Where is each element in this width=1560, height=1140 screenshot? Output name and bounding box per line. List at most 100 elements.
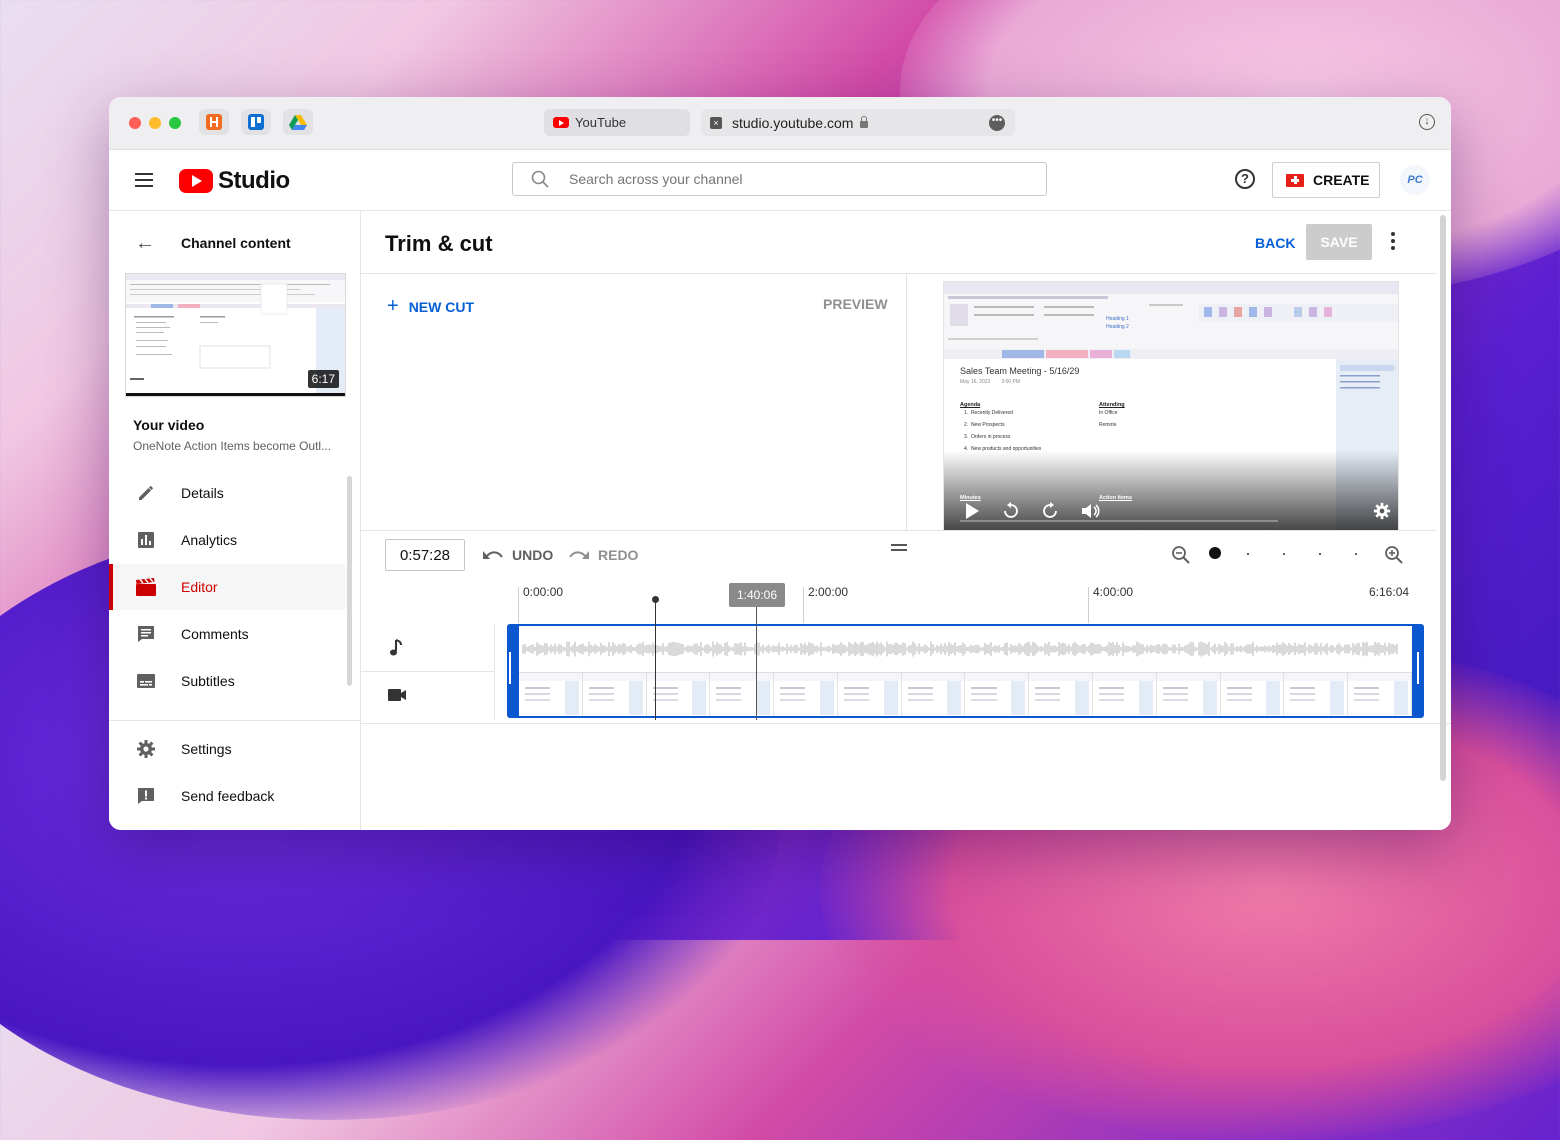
address-bar[interactable]: × studio.youtube.com ••• bbox=[701, 109, 1015, 136]
studio-header: Studio ? CREATE PC bbox=[109, 150, 1451, 211]
studio-wordmark: Studio bbox=[218, 167, 290, 194]
redo-button[interactable]: REDO bbox=[568, 547, 638, 563]
timeline-cursor-line[interactable] bbox=[655, 600, 656, 720]
onenote-titlebar bbox=[944, 282, 1398, 294]
sidebar-scrollbar[interactable] bbox=[347, 476, 352, 686]
video-frame bbox=[965, 673, 1030, 716]
thumbnail-progress-bar bbox=[126, 393, 345, 396]
video-frame bbox=[582, 673, 647, 716]
back-button[interactable]: BACK bbox=[1255, 235, 1295, 251]
video-track-icon bbox=[388, 689, 406, 701]
zoom-in-icon[interactable] bbox=[1384, 545, 1404, 565]
minimize-window-button[interactable] bbox=[149, 117, 161, 129]
ruler-tick bbox=[1088, 587, 1089, 623]
more-options-icon[interactable]: ••• bbox=[989, 114, 1005, 131]
video-frame bbox=[1156, 673, 1221, 716]
timeline-cursor-handle[interactable] bbox=[652, 596, 659, 603]
main-scrollbar[interactable] bbox=[1440, 215, 1446, 781]
sidebar-item-comments[interactable]: Comments bbox=[109, 611, 345, 657]
timeline-clip[interactable] bbox=[507, 624, 1424, 718]
pinned-tab-trello[interactable] bbox=[241, 109, 271, 135]
more-vert-icon[interactable] bbox=[1391, 232, 1395, 253]
rewind-10-icon[interactable] bbox=[1002, 502, 1020, 520]
back-arrow-icon: ← bbox=[135, 232, 155, 254]
zoom-window-button[interactable] bbox=[169, 117, 181, 129]
video-preview-player[interactable]: Heading 1 Heading 2 Sales Team Meeting -… bbox=[943, 281, 1399, 531]
preview-attending-label: Attending bbox=[1099, 402, 1125, 408]
undo-button[interactable]: UNDO bbox=[482, 547, 553, 563]
sidebar-item-subtitles[interactable]: Subtitles bbox=[109, 658, 345, 704]
preview-page-date: May 16, 2023 3:00 PM bbox=[960, 379, 1021, 385]
preview-minutes-label: Minutes bbox=[960, 495, 981, 501]
video-frame bbox=[1348, 673, 1412, 716]
browser-tab-youtube[interactable]: YouTube bbox=[544, 109, 690, 136]
resize-grip-icon[interactable] bbox=[891, 544, 907, 554]
ruler-label: 0:00:00 bbox=[523, 585, 564, 599]
undo-icon bbox=[483, 551, 503, 559]
channel-content-back[interactable]: ← Channel content bbox=[135, 233, 291, 253]
create-button[interactable]: CREATE bbox=[1272, 162, 1380, 198]
sidebar-item-label: Comments bbox=[181, 626, 249, 642]
close-window-button[interactable] bbox=[129, 117, 141, 129]
help-icon[interactable]: ? bbox=[1235, 169, 1255, 189]
harvest-icon bbox=[206, 114, 222, 130]
save-button[interactable]: SAVE bbox=[1306, 224, 1372, 260]
preview-agenda-item: 1. Recently Delivered bbox=[964, 410, 1013, 416]
player-settings-icon[interactable] bbox=[1373, 502, 1391, 520]
ribbon-heading-2: Heading 2 bbox=[1106, 324, 1129, 330]
video-frame bbox=[1284, 673, 1349, 716]
ruler-tick bbox=[803, 587, 804, 623]
trim-handle-left[interactable] bbox=[509, 652, 511, 684]
search-box[interactable] bbox=[512, 162, 1047, 196]
editor-main: Trim & cut BACK SAVE + NEW CUT PREVIEW H… bbox=[361, 211, 1451, 830]
new-cut-button[interactable]: + NEW CUT bbox=[387, 295, 474, 318]
clapperboard-icon bbox=[135, 576, 157, 598]
sidebar-item-details[interactable]: Details bbox=[109, 470, 345, 516]
ruler-label: 6:16:04 bbox=[1369, 585, 1410, 599]
ruler-label: 2:00:00 bbox=[808, 585, 849, 599]
pinned-tab-harvest[interactable] bbox=[199, 109, 229, 135]
video-thumbnail[interactable]: 6:17 bbox=[125, 273, 346, 397]
playhead-line[interactable] bbox=[756, 607, 757, 720]
zoom-slider[interactable] bbox=[1209, 547, 1359, 559]
trim-handle-right[interactable] bbox=[1417, 652, 1419, 684]
onenote-ribbon: Heading 1 Heading 2 bbox=[944, 294, 1398, 350]
forward-10-icon[interactable] bbox=[1041, 502, 1059, 520]
video-frame bbox=[1029, 673, 1094, 716]
thumbnail-duration: 6:17 bbox=[307, 370, 339, 388]
audio-track-icon bbox=[390, 639, 402, 656]
avatar[interactable]: PC bbox=[1400, 165, 1430, 195]
address-text: studio.youtube.com bbox=[732, 114, 854, 131]
play-icon[interactable] bbox=[964, 502, 980, 520]
google-drive-icon bbox=[289, 115, 307, 130]
studio-logo[interactable]: Studio bbox=[179, 167, 290, 195]
current-time-field[interactable]: 0:57:28 bbox=[385, 539, 465, 571]
zoom-out-icon[interactable] bbox=[1171, 545, 1191, 565]
sidebar-item-label: Editor bbox=[181, 579, 218, 595]
player-controls bbox=[944, 498, 1398, 522]
preview-button[interactable]: PREVIEW bbox=[823, 296, 888, 312]
sidebar-item-editor[interactable]: Editor bbox=[109, 564, 345, 610]
sidebar-item-label: Settings bbox=[181, 741, 232, 757]
gear-icon bbox=[135, 738, 157, 760]
zoom-step bbox=[1247, 553, 1249, 555]
create-video-icon bbox=[1286, 173, 1304, 187]
new-cut-label: NEW CUT bbox=[408, 298, 475, 315]
menu-icon[interactable] bbox=[135, 173, 153, 191]
pinned-tab-drive[interactable] bbox=[283, 109, 313, 135]
youtube-favicon-icon bbox=[553, 117, 569, 128]
video-title[interactable]: OneNote Action Items become Outl... bbox=[133, 439, 338, 453]
search-input[interactable] bbox=[567, 170, 991, 188]
sidebar-item-analytics[interactable]: Analytics bbox=[109, 517, 345, 563]
sidebar-item-settings[interactable]: Settings bbox=[109, 726, 345, 772]
ribbon-heading-1: Heading 1 bbox=[1106, 316, 1129, 322]
preview-agenda-label: Agenda bbox=[960, 402, 981, 408]
downloads-icon[interactable]: ↓ bbox=[1419, 114, 1435, 130]
volume-icon[interactable] bbox=[1081, 502, 1101, 520]
sidebar-item-send-feedback[interactable]: Send feedback bbox=[109, 773, 345, 819]
zoom-slider-handle[interactable] bbox=[1209, 547, 1221, 559]
video-frame bbox=[837, 673, 902, 716]
audio-waveform bbox=[522, 641, 1398, 657]
create-label: CREATE bbox=[1313, 172, 1370, 188]
undo-label: UNDO bbox=[512, 547, 554, 563]
